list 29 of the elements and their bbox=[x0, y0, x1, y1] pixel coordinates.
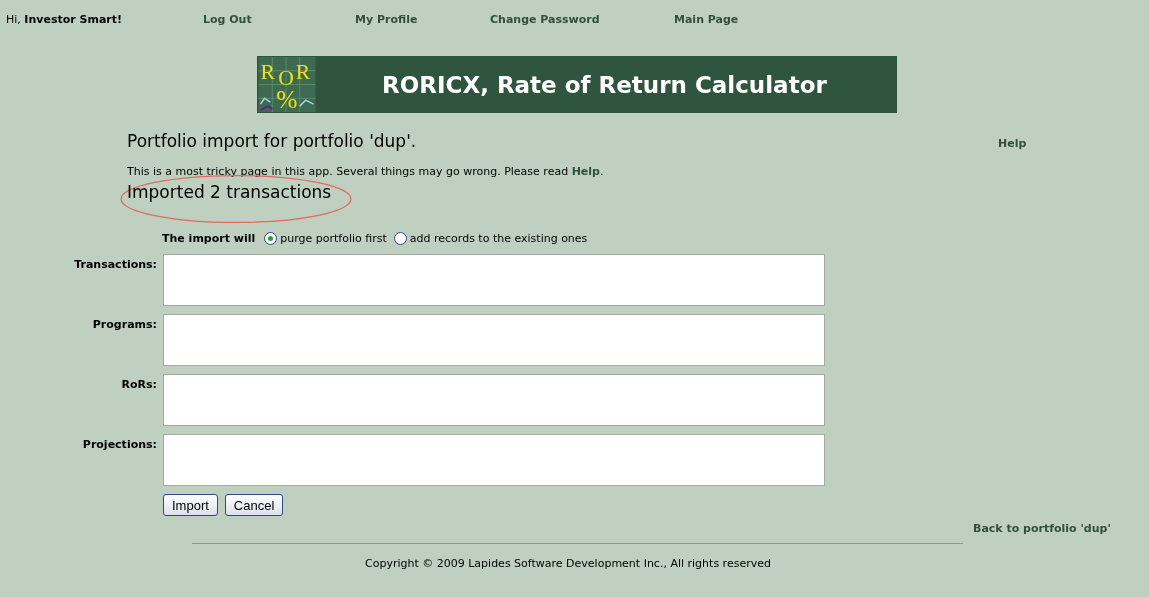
field-label: Transactions: bbox=[73, 257, 157, 273]
field-label: Projections: bbox=[81, 437, 157, 453]
form-button[interactable]: Cancel bbox=[224, 494, 284, 516]
help-link[interactable]: Help bbox=[571, 165, 600, 178]
form-button[interactable]: Import bbox=[163, 494, 218, 516]
text-area[interactable] bbox=[163, 374, 825, 426]
back-link[interactable]: Back to portfolio 'dup' bbox=[973, 522, 1111, 535]
field-label: Programs: bbox=[91, 317, 157, 333]
nav-link[interactable]: My Profile bbox=[355, 12, 490, 26]
nav-link[interactable]: Log Out bbox=[203, 12, 355, 26]
import-mode-label: The import will bbox=[162, 232, 256, 245]
text-area[interactable] bbox=[163, 254, 825, 306]
greeting-text: Hi, Investor Smart! bbox=[5, 12, 123, 26]
page-heading: Portfolio import for portfolio 'dup'. bbox=[127, 131, 418, 151]
nav-link[interactable]: Main Page bbox=[674, 12, 739, 26]
radio-button[interactable] bbox=[264, 232, 278, 245]
banner-title: RORICX, Rate of Return Calculator bbox=[382, 71, 827, 98]
radio-button[interactable] bbox=[393, 232, 407, 245]
notice-text: This is a most tricky page in this app. Several things may go wrong. Please read Help. bbox=[127, 165, 605, 178]
nav-link[interactable]: Change Password bbox=[490, 12, 674, 26]
radio-label[interactable]: add records to the existing ones bbox=[409, 232, 588, 245]
copyright-text: Copyright © 2009 Lapides Software Development Inc., All rights reserved bbox=[365, 557, 772, 570]
text-area[interactable] bbox=[163, 434, 825, 486]
field-label: RoRs: bbox=[120, 377, 157, 393]
radio-label[interactable]: purge portfolio first bbox=[280, 232, 387, 245]
logo-drawing: ROR % bbox=[258, 57, 316, 112]
result-message: Imported 2 transactions bbox=[127, 182, 332, 202]
help-link[interactable]: Help bbox=[998, 137, 1027, 150]
text-area[interactable] bbox=[163, 314, 825, 366]
